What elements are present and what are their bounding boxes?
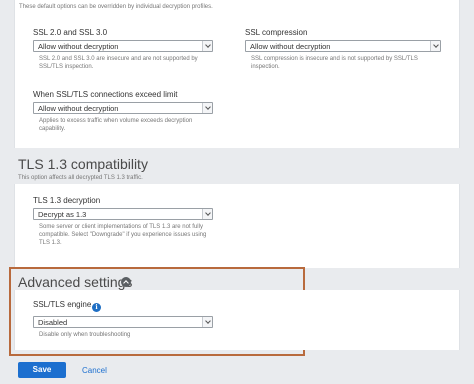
ssl-compression-help-line1: SSL compression is insecure and is not s… [251,56,418,62]
tls13-section-description: This option affects all decrypted TLS 1.… [18,175,143,181]
chevron-down-icon [202,317,212,327]
cancel-link[interactable]: Cancel [82,366,107,375]
chevron-down-icon [430,41,440,51]
tls13-decryption-label: TLS 1.3 decryption [33,196,101,205]
ssl-tls-engine-help: Disable only when troubleshooting [39,332,131,338]
ssl2-ssl3-help-line2: SSL/TLS inspection. [39,64,94,70]
chevron-down-icon [202,41,212,51]
ssl-limit-value: Allow without decryption [38,104,119,113]
ssl-tls-engine-value: Disabled [38,318,68,327]
ssl-compression-value: Allow without decryption [250,42,331,51]
ssl-tls-engine-label: SSL/TLS engine [33,300,92,309]
tls13-section-title: TLS 1.3 compatibility [18,156,148,172]
ssl-compression-help-line2: inspection. [251,64,280,70]
info-icon[interactable]: i [92,303,101,312]
default-options-panel: These default options can be overridden … [14,0,460,148]
chevron-down-icon [202,103,212,113]
ssl-tls-engine-select[interactable]: Disabled [33,316,213,328]
advanced-settings-panel: SSL/TLS engine Disabled Disable only whe… [14,290,460,350]
chevron-down-icon [202,209,212,219]
tls13-decryption-value: Decrypt as 1.3 [38,210,87,219]
ssl-limit-help-line1: Applies to excess traffic when volume ex… [39,118,193,124]
save-button[interactable]: Save [18,362,66,378]
tls13-panel: TLS 1.3 decryption Decrypt as 1.3 Some s… [14,184,460,268]
default-options-description: These default options can be overridden … [19,4,213,10]
ssl-compression-help: SSL compression is insecure and is not s… [251,55,418,71]
ssl2-ssl3-select[interactable]: Allow without decryption [33,40,213,52]
tls13-decryption-help: Some server or client implementations of… [39,223,206,247]
ssl2-ssl3-value: Allow without decryption [38,42,119,51]
advanced-settings-title: Advanced settings [18,274,133,290]
tls13-help-line1: Some server or client implementations of… [39,224,203,230]
ssl-limit-help-line2: capability. [39,126,66,132]
ssl-limit-help: Applies to excess traffic when volume ex… [39,117,192,133]
ssl-compression-label: SSL compression [245,28,308,37]
ssl2-ssl3-help: SSL 2.0 and SSL 3.0 are insecure and are… [39,55,198,71]
tls13-help-line3: TLS 1.3. [39,240,62,246]
ssl-limit-label: When SSL/TLS connections exceed limit [33,90,178,99]
tls13-decryption-select[interactable]: Decrypt as 1.3 [33,208,213,220]
ssl2-ssl3-label: SSL 2.0 and SSL 3.0 [33,28,108,37]
tls13-help-line2: compatible. Select "Downgrade" if you ex… [39,232,207,238]
ssl-compression-select[interactable]: Allow without decryption [245,40,441,52]
collapse-chevron-up-icon[interactable] [121,277,131,287]
ssl-limit-select[interactable]: Allow without decryption [33,102,213,114]
ssl2-ssl3-help-line1: SSL 2.0 and SSL 3.0 are insecure and are… [39,56,198,62]
